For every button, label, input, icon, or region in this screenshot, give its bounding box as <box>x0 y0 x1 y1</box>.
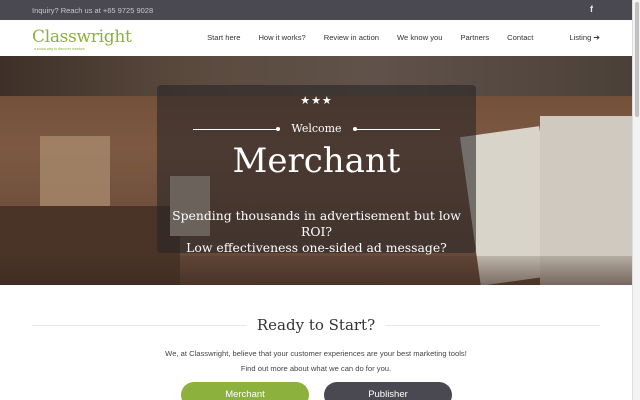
classwright-logo[interactable]: Classwright a social way to discover cre… <box>32 27 132 51</box>
nav-contact[interactable]: Contact <box>507 33 533 42</box>
stars-icon: ★★★ <box>300 95 333 107</box>
nav-listing-label: Listing <box>569 33 592 42</box>
ready-section: Ready to Start? We, at Classwright, beli… <box>0 285 632 400</box>
arrow-right-icon: ➔ <box>593 33 600 42</box>
logo-wordmark: Classwright <box>32 27 132 47</box>
nav-review-in-action[interactable]: Review in action <box>324 33 379 42</box>
nav-how-it-works[interactable]: How it works? <box>258 33 305 42</box>
page-scrollbar[interactable] <box>632 0 640 400</box>
welcome-divider: Welcome <box>193 121 440 137</box>
merchant-button[interactable]: Merchant <box>181 382 309 400</box>
nav-listing[interactable]: Listing ➔ <box>551 33 600 42</box>
facebook-icon[interactable]: f <box>590 4 593 14</box>
inquiry-phone-text: Inquiry? Reach us at +65 9725 9028 <box>32 6 154 15</box>
main-navbar: Classwright a social way to discover cre… <box>0 20 632 56</box>
ready-text-line-2: Find out more about what we can do for y… <box>240 364 392 373</box>
nav-we-know-you[interactable]: We know you <box>397 33 442 42</box>
hero-title: Merchant <box>232 141 401 181</box>
nav-menu: Start here How it works? Review in actio… <box>189 33 600 42</box>
hero-subtitle-line-2: Low effectiveness one-sided ad message? <box>186 240 447 255</box>
divider-line-right <box>356 129 440 130</box>
publisher-button[interactable]: Publisher <box>324 382 452 400</box>
nav-partners[interactable]: Partners <box>460 33 489 42</box>
ready-title: Ready to Start? <box>0 316 632 334</box>
ready-text-line-1: We, at Classwright, believe that your cu… <box>165 349 467 358</box>
nav-start-here[interactable]: Start here <box>207 33 240 42</box>
hero-subtitle-line-1: Spending thousands in advertisement but … <box>172 208 461 239</box>
top-bar: Inquiry? Reach us at +65 9725 9028 f <box>0 0 632 20</box>
hero-photo-shade <box>0 256 632 285</box>
logo-tagline: a social way to discover creators <box>34 47 85 51</box>
ready-title-text: Ready to Start? <box>246 316 386 334</box>
scrollbar-thumb[interactable] <box>635 2 639 117</box>
hero-overlay-box: ★★★ Welcome Merchant Spending thousands … <box>157 85 476 256</box>
hero-subtitle: Spending thousands in advertisement but … <box>157 208 476 256</box>
